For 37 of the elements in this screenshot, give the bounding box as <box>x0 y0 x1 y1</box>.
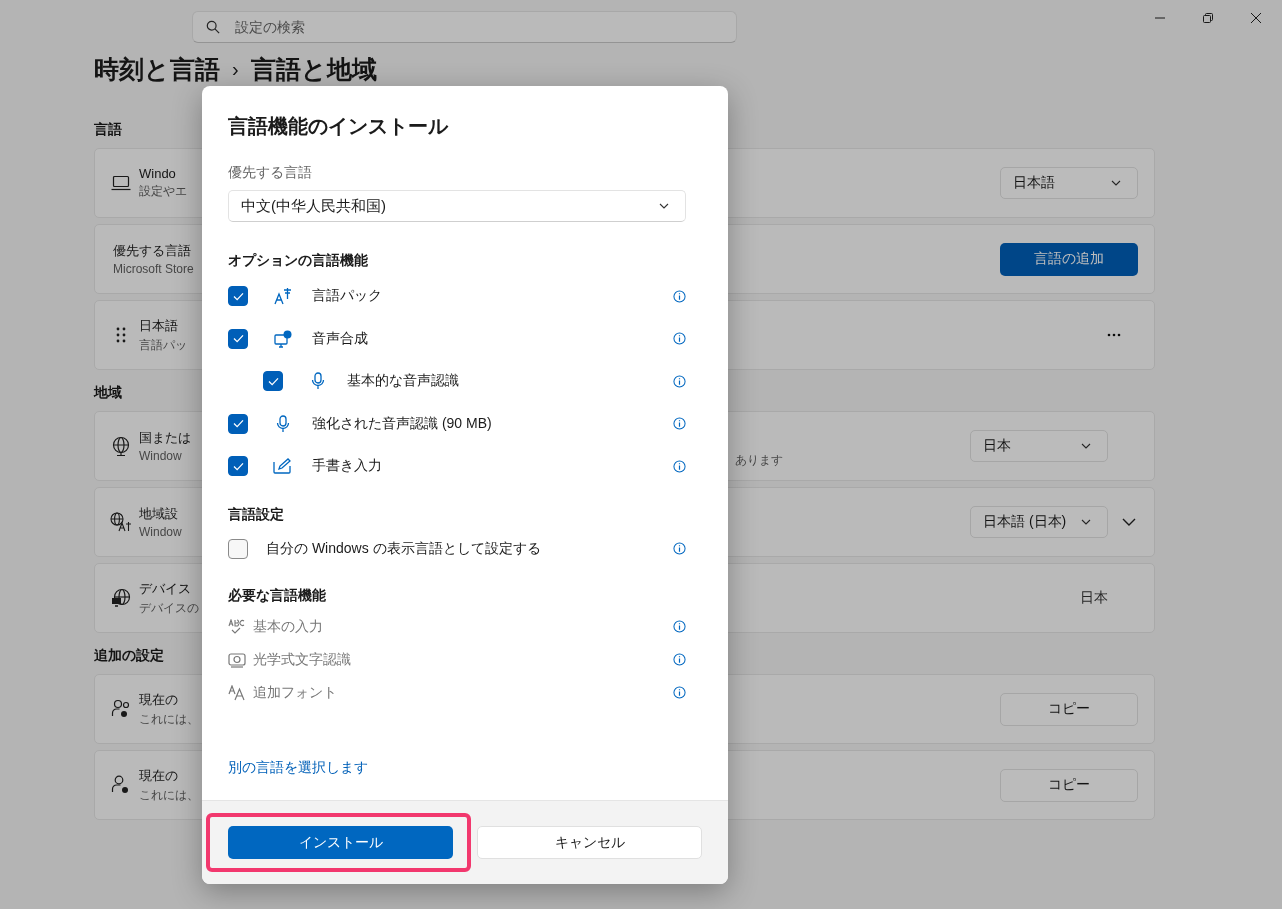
section-heading: 必要な言語機能 <box>228 586 327 605</box>
feature-label: 手書き入力 <box>312 457 382 476</box>
feature-label: 基本的な音声認識 <box>347 372 459 391</box>
region-value: 日本 <box>1080 589 1108 607</box>
row-title: 優先する言語 <box>113 242 192 260</box>
row-description: 設定やエ <box>139 183 187 200</box>
section-heading: 言語 <box>94 120 122 139</box>
row-description: デバイスの <box>139 599 199 617</box>
row-description: Microsoft Store <box>113 262 194 276</box>
feature-label: 追加フォント <box>253 683 337 702</box>
feature-label: 音声合成 <box>312 329 368 348</box>
feature-label: 基本の入力 <box>253 617 323 636</box>
row-description: 言語パッ <box>139 336 187 354</box>
feature-label: 光学式文字認識 <box>253 650 351 669</box>
row-description: Window <box>139 525 182 539</box>
breadcrumb-separator: › <box>232 57 239 81</box>
row-description: これには、 <box>139 710 199 728</box>
row-description: あります <box>735 452 783 469</box>
setting-label: 自分の Windows の表示言語として設定する <box>266 539 541 558</box>
field-label: 優先する言語 <box>228 163 313 182</box>
dialog-title: 言語機能のインストール <box>228 114 450 139</box>
row-title: 日本語 <box>139 316 179 335</box>
row-title: 現在の <box>139 766 179 785</box>
row-description: Window <box>139 449 183 463</box>
row-title: 地域設 <box>139 505 179 523</box>
row-title: 現在の <box>139 690 179 709</box>
section-heading: オプションの言語機能 <box>228 251 369 270</box>
page-title: 言語と地域 <box>250 53 377 85</box>
row-description: これには、 <box>139 786 199 804</box>
row-title: 国または <box>139 429 191 447</box>
row-title: Windo <box>139 166 177 181</box>
feature-label: 言語パック <box>312 287 382 306</box>
feature-label: 強化された音声認識 (90 MB) <box>312 414 492 433</box>
row-title: デバイス <box>139 579 192 598</box>
section-heading: 言語設定 <box>228 504 285 524</box>
section-heading: 追加の設定 <box>94 646 164 665</box>
section-heading: 地域 <box>94 383 122 402</box>
